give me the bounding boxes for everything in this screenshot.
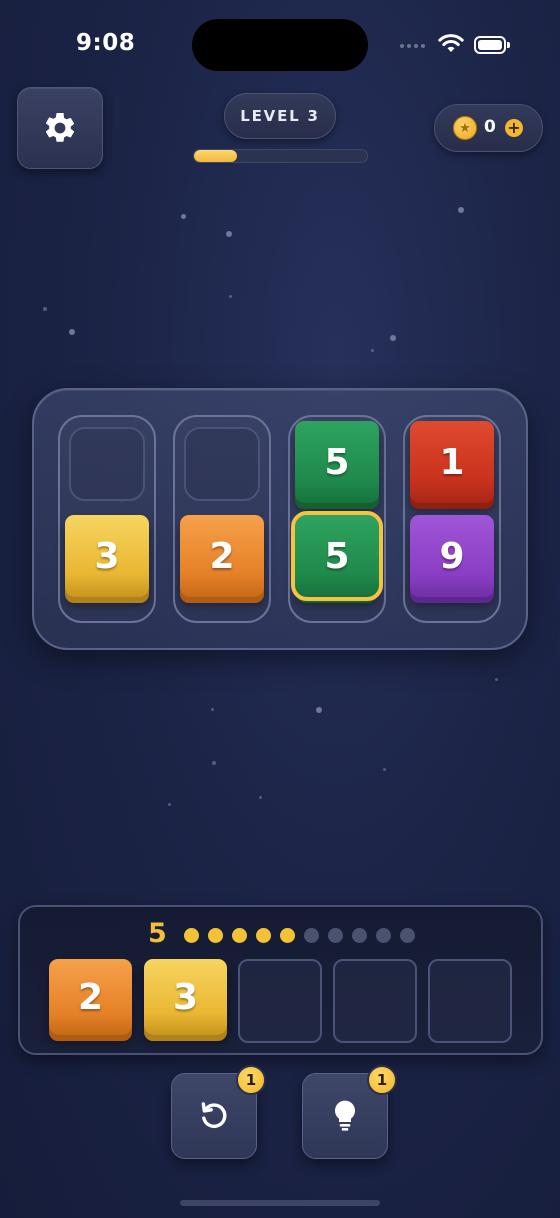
- empty-slot: [184, 427, 260, 501]
- star-dot: [226, 231, 232, 237]
- settings-button[interactable]: [17, 87, 103, 169]
- number-tile[interactable]: 1: [410, 421, 494, 503]
- tray-tile: 3: [144, 959, 227, 1035]
- progress-dot: [232, 928, 247, 943]
- star-dot: [458, 207, 464, 213]
- lightbulb-icon: [335, 1100, 355, 1131]
- star-dot: [181, 214, 186, 219]
- progress-dot: [376, 928, 391, 943]
- star-dot: [229, 295, 232, 298]
- battery-cap: [507, 42, 510, 48]
- coin-count: 0: [484, 117, 496, 137]
- progress-dot: [400, 928, 415, 943]
- tray-count: 5: [148, 918, 167, 949]
- star-dot: [383, 768, 386, 771]
- progress-dot: [328, 928, 343, 943]
- star-dot: [43, 307, 47, 311]
- progress-dot: [208, 928, 223, 943]
- number-tile[interactable]: 5: [295, 421, 379, 503]
- star-dot: [390, 335, 396, 341]
- star-dot: [211, 708, 214, 711]
- battery-icon: [474, 36, 506, 54]
- level-progress-fill: [194, 150, 238, 162]
- cellular-signal-icon: [400, 44, 425, 48]
- wifi-icon: [438, 34, 464, 52]
- coin-icon: ★: [453, 116, 477, 140]
- status-time: 9:08: [76, 30, 136, 56]
- tray-progress-dots: [184, 928, 415, 943]
- level-progress-bar: [193, 149, 368, 163]
- star-dot: [371, 349, 374, 352]
- add-coins-button[interactable]: +: [505, 119, 523, 137]
- gear-icon: [45, 112, 75, 142]
- undo-icon: [201, 1102, 227, 1128]
- progress-dot: [304, 928, 319, 943]
- home-indicator: [180, 1200, 380, 1206]
- dynamic-island: [192, 19, 368, 71]
- hint-count-badge: 1: [367, 1065, 397, 1095]
- tray-empty-slot: [333, 959, 417, 1043]
- level-label: LEVEL 3: [224, 93, 336, 139]
- star-dot: [259, 796, 262, 799]
- progress-dot: [184, 928, 199, 943]
- number-tile[interactable]: 3: [65, 515, 149, 597]
- undo-count-badge: 1: [236, 1065, 266, 1095]
- star-dot: [212, 761, 216, 765]
- star-dot: [495, 678, 498, 681]
- star-dot: [168, 803, 171, 806]
- progress-dot: [256, 928, 271, 943]
- number-tile[interactable]: 9: [410, 515, 494, 597]
- star-dot: [316, 707, 322, 713]
- progress-dot: [352, 928, 367, 943]
- tray-empty-slot: [428, 959, 512, 1043]
- empty-slot: [69, 427, 145, 501]
- number-tile[interactable]: 5: [291, 511, 383, 601]
- number-tile[interactable]: 2: [180, 515, 264, 597]
- progress-dot: [280, 928, 295, 943]
- star-dot: [69, 329, 75, 335]
- tray-tile: 2: [49, 959, 132, 1035]
- tray-empty-slot: [238, 959, 322, 1043]
